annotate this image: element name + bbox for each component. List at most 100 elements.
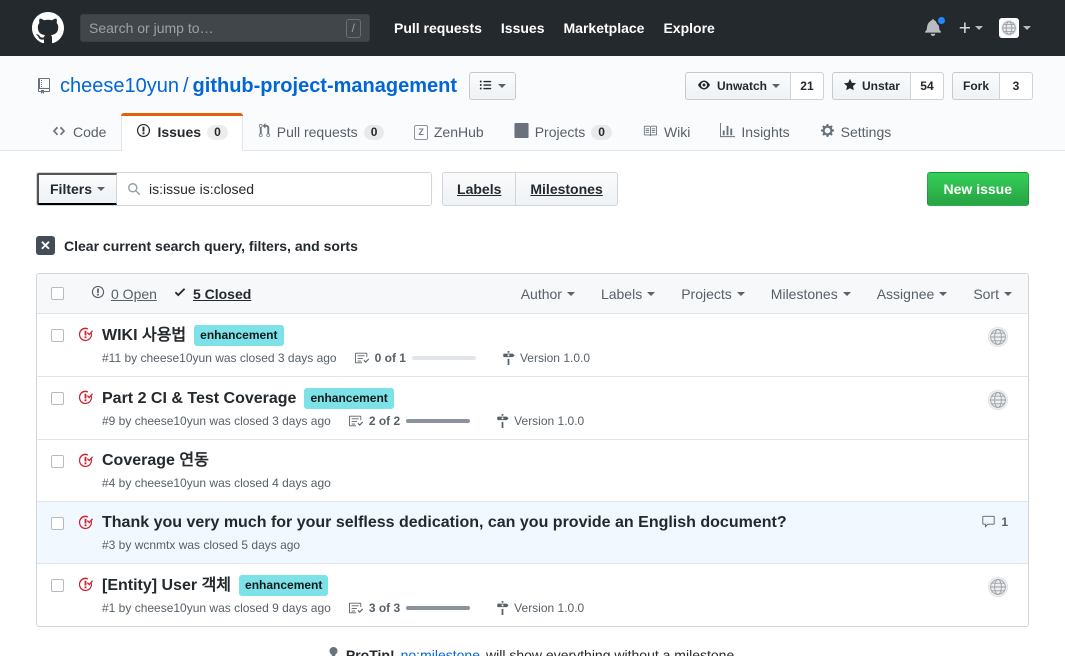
issue-select-checkbox[interactable] xyxy=(51,329,64,342)
labels-filter-dropdown[interactable]: Labels xyxy=(600,285,656,302)
x-close-icon[interactable]: ✕ xyxy=(36,236,55,255)
issue-label-enhancement[interactable]: enhancement xyxy=(194,325,284,346)
lightbulb-icon xyxy=(327,647,340,656)
github-mark-icon[interactable] xyxy=(32,12,64,44)
star-icon xyxy=(843,78,857,95)
issue-title-line: Part 2 CI & Test Coverage enhancement xyxy=(102,388,988,409)
issue-row-body: Part 2 CI & Test Coverage enhancement #9 b… xyxy=(102,388,988,428)
issue-task-count: 0 of 1 xyxy=(374,351,406,365)
create-new-button[interactable]: + xyxy=(959,18,983,39)
tab-settings-label: Settings xyxy=(840,124,892,140)
issues-rows: WIKI 사용법 enhancement #11 by cheese10yun wa… xyxy=(37,314,1028,626)
repository-title-row: cheese10yun / github-project-management … xyxy=(0,72,1065,100)
issue-title-link[interactable]: Thank you very much for your selfless de… xyxy=(102,513,787,533)
zenhub-icon: Z xyxy=(414,124,428,140)
avatar[interactable] xyxy=(988,327,1008,347)
milestones-filter-dropdown[interactable]: Milestones xyxy=(771,286,851,302)
milestone-icon xyxy=(496,414,509,428)
code-icon xyxy=(51,124,67,141)
issue-meta-text: #3 by wcnmtx was closed 5 days ago xyxy=(102,538,301,552)
issue-title-link[interactable]: Coverage 연동 xyxy=(102,451,209,471)
issue-select-checkbox[interactable] xyxy=(51,455,64,468)
tasklist-icon xyxy=(348,601,363,615)
issue-meta-text: #11 by cheese10yun was closed 3 days ago xyxy=(102,351,337,365)
tab-issues-counter: 0 xyxy=(207,124,228,140)
nav-link-issues[interactable]: Issues xyxy=(501,20,545,36)
issue-label-enhancement[interactable]: enhancement xyxy=(239,575,329,596)
tab-zenhub-label: ZenHub xyxy=(433,124,484,140)
table-row: Coverage 연동 #4 by cheese10yun was closed … xyxy=(37,440,1028,502)
table-row: WIKI 사용법 enhancement #11 by cheese10yun wa… xyxy=(37,314,1028,377)
issue-milestone-link[interactable]: Version 1.0.0 xyxy=(496,414,584,428)
repo-name-link[interactable]: github-project-management xyxy=(193,75,457,98)
new-issue-button[interactable]: New issue xyxy=(926,172,1029,206)
tab-projects-label: Projects xyxy=(534,124,586,140)
repo-menu-button[interactable] xyxy=(469,72,516,100)
chevron-down-icon xyxy=(1023,26,1031,30)
avatar[interactable] xyxy=(988,390,1008,410)
projects-filter-dropdown[interactable]: Projects xyxy=(681,286,745,302)
open-issues-filter[interactable]: 0 Open xyxy=(91,285,157,302)
watch-count[interactable]: 21 xyxy=(789,72,824,100)
milestones-button[interactable]: Milestones xyxy=(515,172,618,206)
unstar-button[interactable]: Unstar xyxy=(831,72,910,100)
issue-row-body: WIKI 사용법 enhancement #11 by cheese10yun wa… xyxy=(102,325,988,365)
chevron-down-icon xyxy=(736,291,745,296)
tab-wiki[interactable]: Wiki xyxy=(627,113,705,151)
eye-icon xyxy=(696,79,712,94)
assignee-filter-label: Assignee xyxy=(876,285,935,302)
tab-projects[interactable]: Projects 0 xyxy=(499,113,627,151)
tab-zenhub[interactable]: Z ZenHub xyxy=(399,113,498,151)
profile-menu-button[interactable] xyxy=(999,18,1031,38)
closed-issues-filter[interactable]: 5 Closed xyxy=(173,285,251,302)
issue-select-checkbox[interactable] xyxy=(51,392,64,405)
assignee-filter-dropdown[interactable]: Assignee xyxy=(877,286,948,302)
issue-state-filters: 0 Open 5 Closed xyxy=(91,285,251,302)
global-search-box[interactable]: Search or jump to… / xyxy=(80,14,370,42)
avatar[interactable] xyxy=(988,577,1008,597)
fork-button[interactable]: Fork xyxy=(951,72,999,100)
search-input[interactable]: Search or jump to… xyxy=(89,20,346,36)
repository-header: cheese10yun / github-project-management … xyxy=(0,56,1065,151)
unwatch-label: Unwatch xyxy=(716,79,767,93)
labels-filter-label: Labels xyxy=(600,285,643,302)
tab-insights[interactable]: Insights xyxy=(705,113,804,151)
star-count[interactable]: 54 xyxy=(909,72,944,100)
issue-task-progress: 2 of 2 xyxy=(348,414,471,428)
author-filter-dropdown[interactable]: Author xyxy=(521,286,575,302)
tab-pull-requests-label: Pull requests xyxy=(276,124,358,140)
issue-closed-icon xyxy=(78,453,93,468)
issue-milestone-link[interactable]: Version 1.0.0 xyxy=(496,601,584,615)
labels-button[interactable]: Labels xyxy=(442,172,516,206)
unwatch-button[interactable]: Unwatch xyxy=(684,72,790,100)
issue-row-right xyxy=(988,325,1012,347)
tab-pull-requests[interactable]: Pull requests 0 xyxy=(243,113,400,151)
select-all-checkbox[interactable] xyxy=(51,287,64,300)
issue-title-link[interactable]: Part 2 CI & Test Coverage xyxy=(102,389,296,409)
protip-link[interactable]: no:milestone xyxy=(401,647,480,656)
issue-title-link[interactable]: WIKI 사용법 xyxy=(102,326,186,346)
nav-link-pull-requests[interactable]: Pull requests xyxy=(394,20,482,36)
issues-search-input[interactable]: is:issue is:closed xyxy=(117,173,432,205)
issue-milestone-link[interactable]: Version 1.0.0 xyxy=(502,351,590,365)
repo-owner-link[interactable]: cheese10yun xyxy=(60,75,179,98)
tab-code[interactable]: Code xyxy=(36,113,121,151)
nav-link-explore[interactable]: Explore xyxy=(663,20,714,36)
issue-select-checkbox[interactable] xyxy=(51,517,64,530)
nav-link-marketplace[interactable]: Marketplace xyxy=(564,20,645,36)
issues-list-header: 0 Open 5 Closed Author Labels Projects M… xyxy=(37,274,1028,314)
clear-search-banner[interactable]: ✕ Clear current search query, filters, a… xyxy=(36,236,1029,255)
issue-comment-count[interactable]: 1 xyxy=(981,515,1008,529)
tab-issues[interactable]: Issues 0 xyxy=(121,113,244,151)
repository-action-buttons: Unwatch 21 Unstar 54 Fork 3 xyxy=(684,72,1033,100)
sort-dropdown[interactable]: Sort xyxy=(973,286,1012,302)
milestone-icon xyxy=(502,351,515,365)
filters-dropdown-button[interactable]: Filters xyxy=(37,173,118,205)
notifications-button[interactable] xyxy=(924,15,947,38)
issue-label-enhancement[interactable]: enhancement xyxy=(304,388,394,409)
issue-select-checkbox[interactable] xyxy=(51,579,64,592)
issue-title-link[interactable]: [Entity] User 객체 xyxy=(102,576,231,596)
tab-settings[interactable]: Settings xyxy=(805,113,907,151)
milestone-icon xyxy=(496,601,509,615)
fork-count[interactable]: 3 xyxy=(999,72,1033,100)
